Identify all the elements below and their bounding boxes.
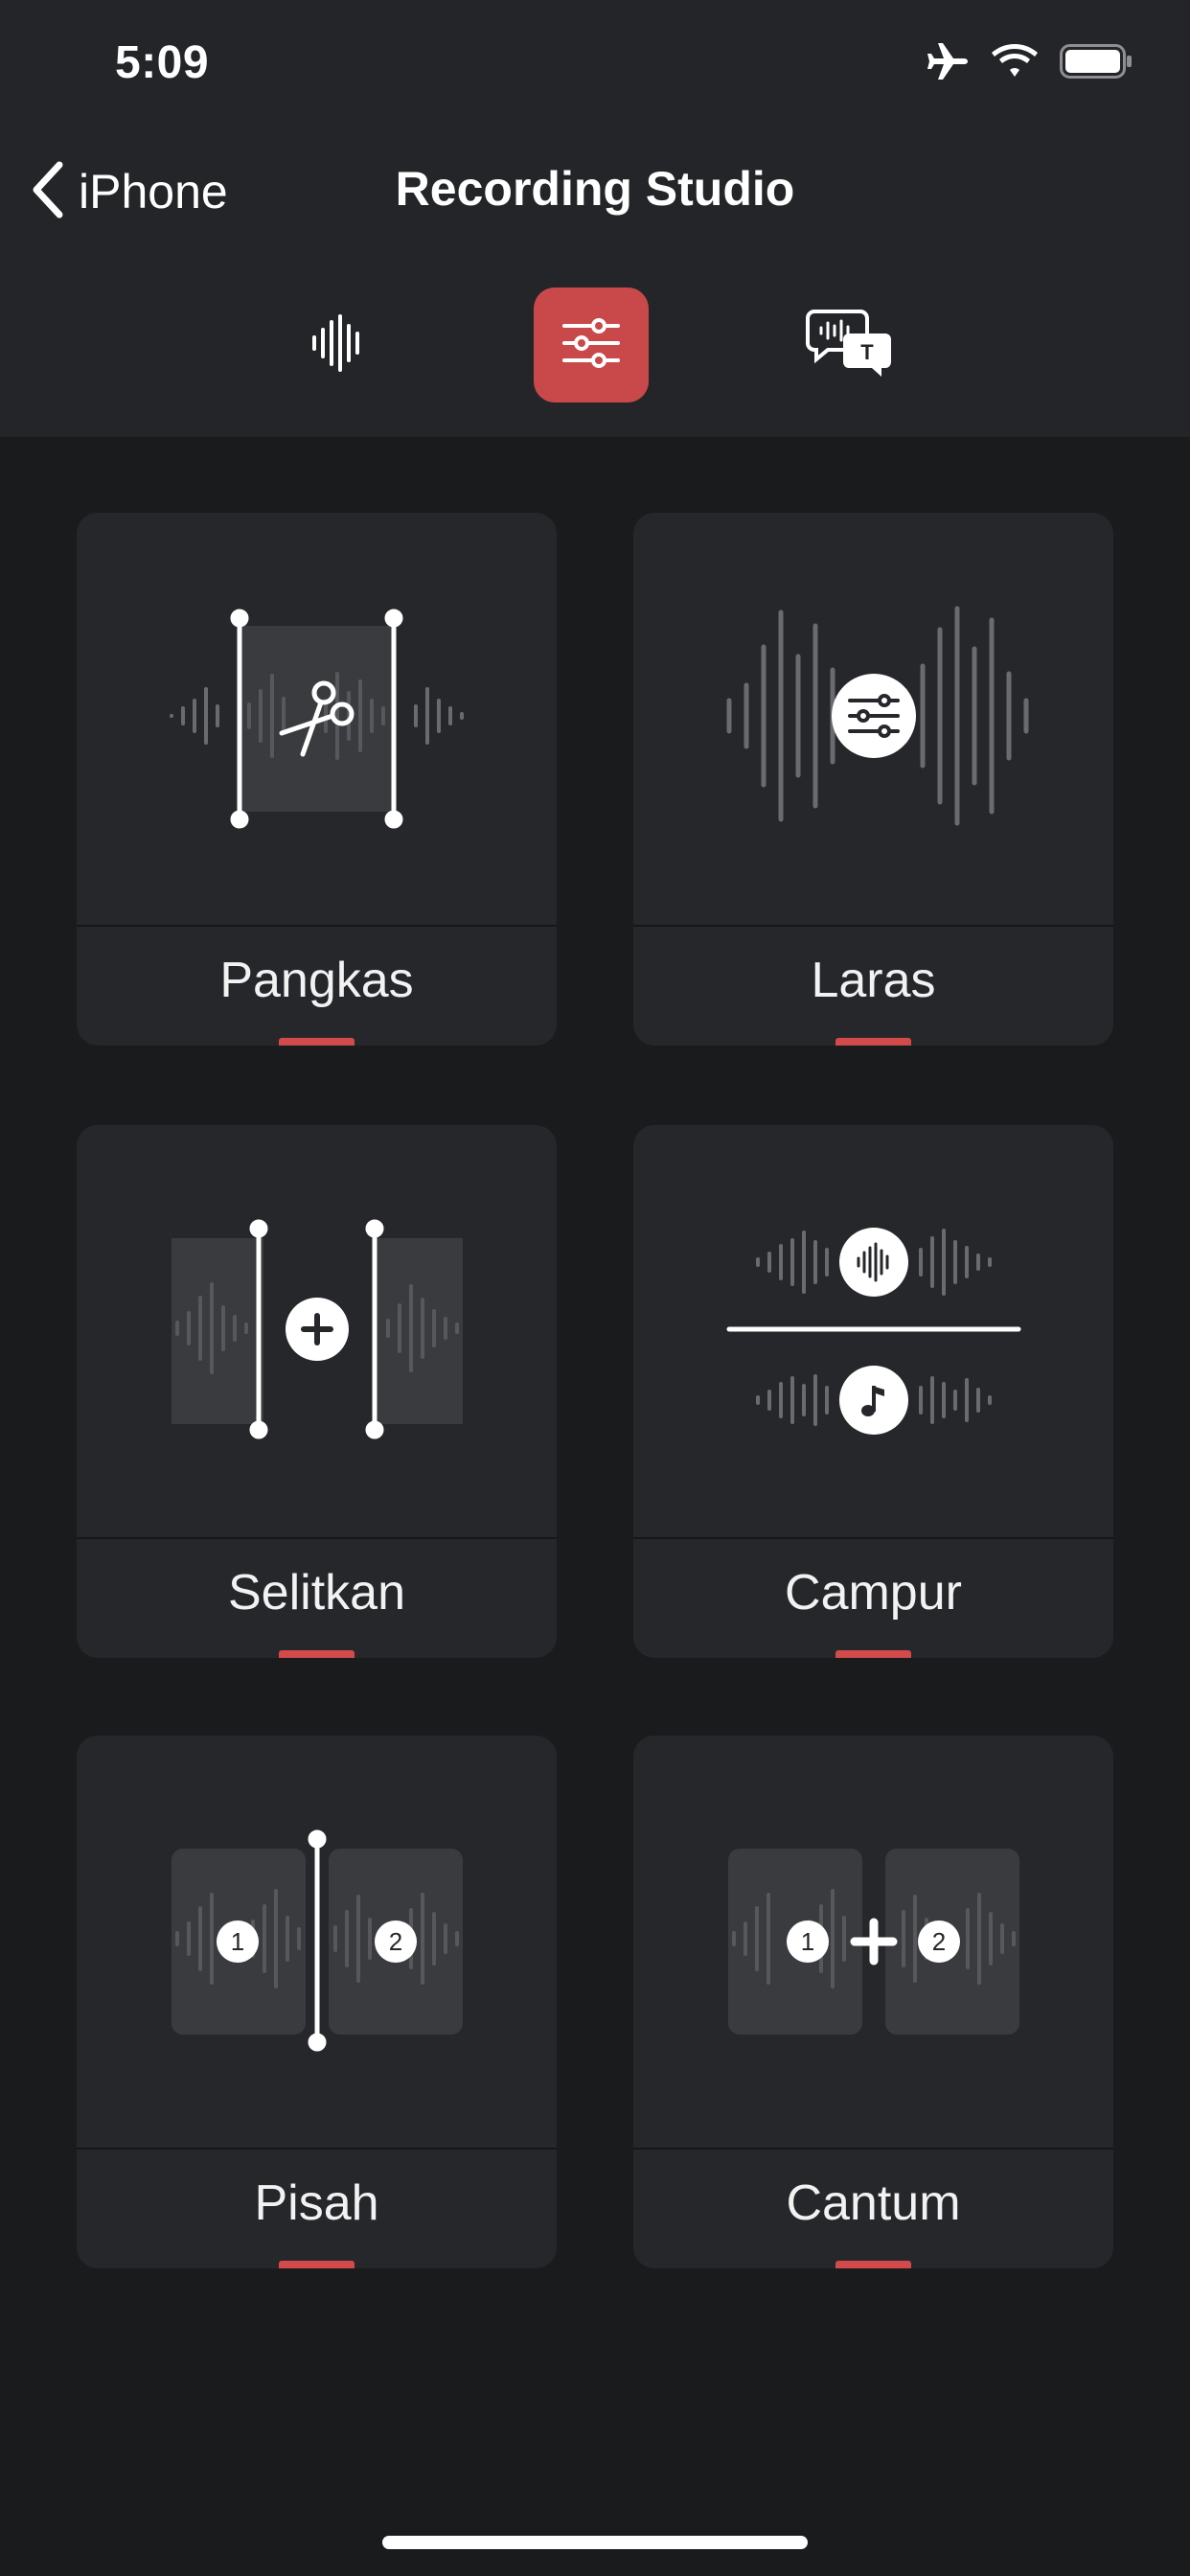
- tool-card-trim[interactable]: Pangkas: [77, 513, 557, 1046]
- status-icons: [926, 42, 1133, 80]
- badge-one: 1: [801, 1927, 814, 1956]
- tool-label: Pangkas: [219, 953, 414, 1008]
- airplane-mode-icon: [926, 42, 970, 80]
- accent-underline: [279, 1650, 355, 1658]
- tool-card-split[interactable]: 1 2 Pisah: [77, 1736, 557, 2268]
- split-icon: 1 2: [77, 1736, 557, 2148]
- badge-one: 1: [231, 1927, 244, 1956]
- tab-recording[interactable]: [280, 288, 395, 402]
- tool-card-join[interactable]: 1 2 Cantum: [633, 1736, 1113, 2268]
- tool-card-insert[interactable]: Selitkan: [77, 1125, 557, 1658]
- badge-two: 2: [389, 1927, 402, 1956]
- insert-plus-icon: [77, 1125, 557, 1537]
- adjust-sliders-icon: [633, 513, 1113, 925]
- navigation-bar: iPhone Recording Studio: [0, 144, 1190, 240]
- tool-label: Cantum: [786, 2175, 961, 2231]
- svg-text:T: T: [860, 340, 874, 364]
- join-icon: 1 2: [633, 1736, 1113, 2148]
- page-title: Recording Studio: [395, 162, 795, 216]
- tool-label: Selitkan: [228, 1565, 405, 1621]
- status-bar: 5:09: [0, 0, 1190, 125]
- tool-card-adjust[interactable]: Laras: [633, 513, 1113, 1046]
- accent-underline: [835, 1038, 911, 1046]
- status-time: 5:09: [115, 37, 210, 88]
- mix-voice-music-icon: [633, 1125, 1113, 1537]
- waveform-icon: [309, 313, 366, 377]
- tool-card-mix[interactable]: Campur: [633, 1125, 1113, 1658]
- header-area: 5:09 iPhone Recording Studio T: [0, 0, 1190, 437]
- accent-underline: [835, 2261, 911, 2268]
- trim-scissors-icon: [77, 513, 557, 925]
- tool-label: Pisah: [254, 2175, 379, 2231]
- wifi-icon: [991, 43, 1039, 80]
- transcript-bubble-icon: T: [805, 309, 893, 382]
- accent-underline: [835, 1650, 911, 1658]
- sliders-icon: [561, 316, 622, 375]
- home-indicator[interactable]: [382, 2536, 808, 2549]
- tool-label: Laras: [811, 953, 936, 1008]
- badge-two: 2: [932, 1927, 946, 1956]
- battery-icon: [1060, 44, 1133, 79]
- tool-label: Campur: [785, 1565, 962, 1621]
- tab-transcript[interactable]: T: [791, 288, 906, 402]
- accent-underline: [279, 2261, 355, 2268]
- tab-edit-tools[interactable]: [534, 288, 649, 402]
- mode-segmented-control: T: [0, 288, 1190, 402]
- accent-underline: [279, 1038, 355, 1046]
